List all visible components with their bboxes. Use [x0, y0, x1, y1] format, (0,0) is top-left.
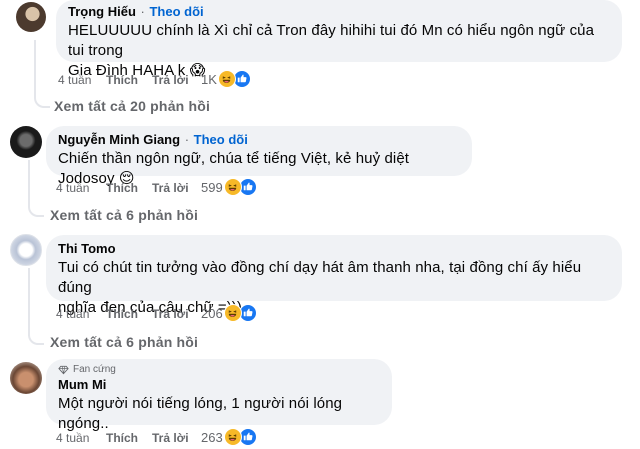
separator-dot: ·: [140, 4, 145, 19]
laugh-reaction-icon: [223, 304, 242, 322]
reaction-icons: [223, 304, 258, 322]
thread-connector: [34, 92, 50, 108]
view-replies-link[interactable]: Xem tất cả 20 phản hồi: [54, 98, 210, 114]
comment-bubble: Thi Tomo Tui có chút tin tưởng vào đồng …: [46, 235, 622, 316]
laugh-reaction-icon: [223, 428, 242, 446]
timestamp[interactable]: 4 tuần: [56, 430, 89, 446]
reaction-icons: [223, 428, 258, 446]
comment-bubble: Nguyễn Minh Giang · Theo dõi Chiến thần …: [46, 126, 472, 187]
view-replies-link[interactable]: Xem tất cả 6 phản hồi: [50, 334, 198, 350]
timestamp[interactable]: 4 tuần: [58, 72, 91, 88]
author-line: Trọng Hiếu · Theo dõi: [68, 4, 610, 20]
comment-bubble: Fan cứng Mum Mi Một người nói tiếng lóng…: [46, 359, 392, 432]
reaction-summary[interactable]: 206: [201, 304, 258, 322]
reaction-icons: [223, 178, 258, 196]
laugh-reaction-icon: [223, 178, 242, 196]
reply-button[interactable]: Trả lời: [152, 430, 189, 446]
fan-badge[interactable]: Fan cứng: [58, 364, 380, 375]
avatar[interactable]: [10, 362, 42, 394]
separator-dot: ·: [184, 132, 190, 147]
reaction-count: 599: [201, 179, 223, 195]
diamond-icon: [58, 365, 69, 374]
author-line: Thi Tomo: [58, 241, 610, 257]
timestamp[interactable]: 4 tuần: [56, 180, 89, 196]
follow-link[interactable]: Theo dõi: [194, 132, 248, 147]
thread-line: [28, 268, 30, 336]
comment-bubble: Trọng Hiếu · Theo dõi HELUUUUU chính là …: [56, 0, 622, 79]
like-button[interactable]: Thích: [106, 72, 138, 88]
author-line: Nguyễn Minh Giang · Theo dõi: [58, 132, 460, 148]
reaction-summary[interactable]: 1K: [201, 70, 252, 88]
like-button[interactable]: Thích: [106, 430, 138, 446]
like-button[interactable]: Thích: [106, 306, 138, 322]
timestamp[interactable]: 4 tuần: [56, 306, 89, 322]
reply-button[interactable]: Trả lời: [152, 306, 189, 322]
view-replies-link[interactable]: Xem tất cả 6 phản hồi: [50, 207, 198, 223]
author-name[interactable]: Thi Tomo: [58, 241, 116, 256]
thread-connector: [28, 201, 44, 217]
author-line: Mum Mi: [58, 377, 380, 393]
reaction-count: 263: [201, 429, 223, 445]
reaction-count: 1K: [201, 71, 217, 87]
follow-link[interactable]: Theo dõi: [149, 4, 203, 19]
thread-line: [28, 160, 30, 205]
avatar[interactable]: [10, 126, 42, 158]
comment-text-line: HELUUUUU chính là Xì chỉ cả Tron đây hih…: [68, 22, 595, 59]
comment-actions: 4 tuần Thích Trả lời: [46, 180, 346, 196]
author-name[interactable]: Mum Mi: [58, 377, 106, 392]
fan-badge-label: Fan cứng: [73, 364, 116, 375]
reaction-summary[interactable]: 599: [201, 178, 258, 196]
thread-line: [34, 40, 36, 96]
reply-button[interactable]: Trả lời: [152, 72, 189, 88]
reply-button[interactable]: Trả lời: [152, 180, 189, 196]
laugh-reaction-icon: [217, 70, 236, 88]
comment-actions: 4 tuần Thích Trả lời: [46, 430, 346, 446]
reaction-summary[interactable]: 263: [201, 428, 258, 446]
comment-actions: 4 tuần Thích Trả lời: [46, 306, 346, 322]
thread-connector: [28, 329, 44, 345]
comment-text-line: Tui có chút tin tưởng vào đồng chí dạy h…: [58, 259, 582, 296]
author-name[interactable]: Nguyễn Minh Giang: [58, 132, 180, 147]
avatar[interactable]: [16, 2, 46, 32]
reaction-icons: [217, 70, 252, 88]
like-button[interactable]: Thích: [106, 180, 138, 196]
avatar[interactable]: [10, 234, 42, 266]
reaction-count: 206: [201, 305, 223, 321]
author-name[interactable]: Trọng Hiếu: [68, 4, 136, 19]
comment-text-line: Một người nói tiếng lóng, 1 người nói ló…: [58, 395, 343, 432]
